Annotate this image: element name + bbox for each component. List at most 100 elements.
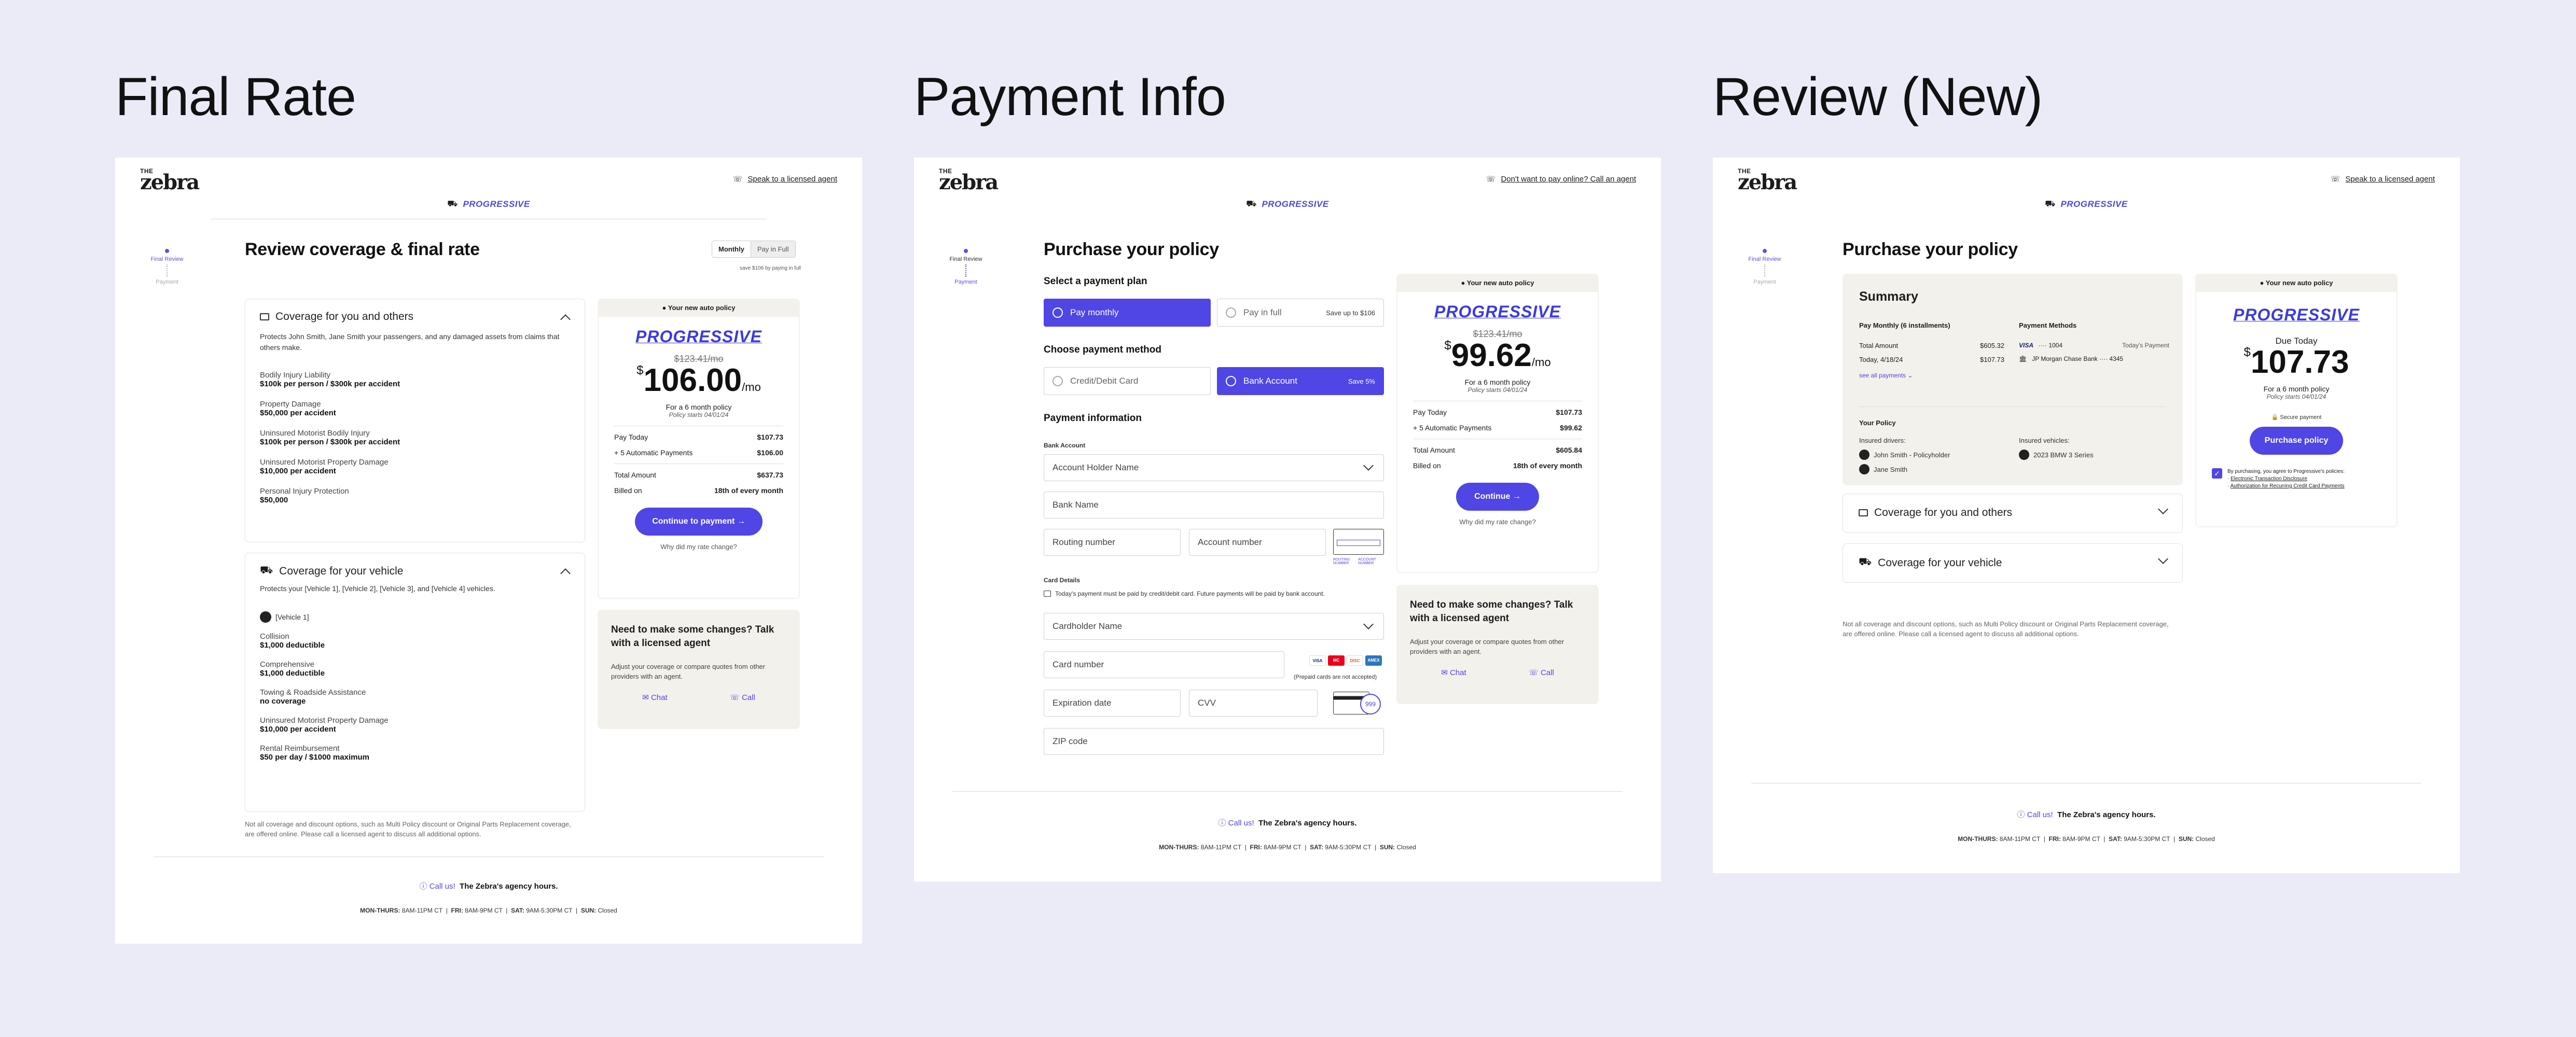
step-final-review[interactable]: Final Review: [146, 256, 188, 262]
agent-link[interactable]: ☏ Speak to a licensed agent: [2331, 174, 2435, 184]
zebra-logo[interactable]: THE zebra: [1738, 168, 1797, 193]
section-title-payment-info: Payment Info: [914, 67, 1226, 127]
footer: ⓘ Call us! The Zebra's agency hours. MON…: [115, 880, 862, 914]
zebra-logo[interactable]: THE zebra: [140, 168, 200, 193]
hours-label: FRI:: [451, 907, 463, 914]
row-label: Today, 4/18/24: [1859, 356, 1903, 363]
logo-zebra: zebra: [939, 170, 999, 194]
step-dot: [1763, 249, 1767, 253]
chat-icon: ✉: [1441, 668, 1448, 677]
why-rate-change-link[interactable]: Why did my rate change?: [614, 543, 783, 551]
agree-checkbox[interactable]: ✓: [2212, 468, 2222, 479]
expiration-input[interactable]: Expiration date: [1044, 690, 1181, 717]
toggle-monthly[interactable]: Monthly: [712, 241, 751, 257]
step-payment[interactable]: Payment: [146, 279, 188, 285]
price: $107.73: [2212, 346, 2381, 379]
coverage-vehicle-header[interactable]: ⛟ Coverage for your vehicle: [260, 565, 403, 578]
arrow-right-icon: →: [1512, 492, 1521, 501]
agent-link[interactable]: ☏ Don't want to pay online? Call an agent: [1486, 174, 1636, 184]
item-value: $50,000: [260, 496, 288, 505]
zebra-logo[interactable]: THE zebra: [939, 168, 999, 194]
radio-icon: [1052, 307, 1063, 318]
routing-number-input[interactable]: Routing number: [1044, 529, 1181, 556]
accordion-header: ⛟ Coverage for your vehicle: [1859, 556, 2002, 569]
account-holder-select[interactable]: Account Holder Name: [1044, 454, 1384, 481]
summary-card: Summary Pay Monthly (6 installments) Tot…: [1843, 274, 2183, 485]
account-number-input[interactable]: Account number: [1189, 529, 1326, 556]
call-us-line[interactable]: ⓘ Call us! The Zebra's agency hours.: [914, 817, 1661, 828]
price-currency: $: [636, 363, 644, 377]
user-icon: [1859, 450, 1869, 460]
price-card-header: ● Your new auto policy: [1396, 274, 1599, 292]
mastercard-icon: MC: [1328, 655, 1345, 666]
hours-label: SAT:: [511, 907, 524, 914]
shield-icon: ●: [2260, 279, 2264, 287]
coverage-others-header[interactable]: Coverage for you and others: [260, 311, 413, 323]
call-us-line[interactable]: ⓘ Call us! The Zebra's agency hours.: [1713, 809, 2460, 820]
see-all-payments-link[interactable]: see all payments ⌄: [1859, 372, 2004, 379]
chevron-up-icon[interactable]: [560, 568, 571, 579]
agent-link[interactable]: ☏ Speak to a licensed agent: [733, 174, 837, 184]
toggle-pay-in-full[interactable]: Pay in Full: [751, 241, 795, 257]
chevron-down-icon: [2158, 554, 2168, 564]
step-payment[interactable]: Payment: [1744, 279, 1785, 285]
method-bank-option[interactable]: Bank Account Save 5%: [1217, 367, 1384, 395]
agree-link-2[interactable]: Authorization for Recurring Credit Card …: [2231, 483, 2345, 489]
coverage-others-accordion[interactable]: Coverage for you and others: [1843, 494, 2183, 533]
purchase-policy-button[interactable]: Purchase policy: [2250, 427, 2343, 455]
info-icon: ⓘ: [1218, 819, 1226, 828]
agency-hours: The Zebra's agency hours.: [2057, 810, 2156, 819]
card-section-label: Card Details: [1044, 577, 1081, 584]
continue-to-payment-button[interactable]: Continue to payment →: [635, 508, 763, 536]
coverage-vehicle-accordion[interactable]: ⛟ Coverage for your vehicle: [1843, 543, 2183, 583]
row-label: Total Amount: [1413, 446, 1455, 454]
zip-input[interactable]: ZIP code: [1044, 728, 1384, 755]
coverage-vehicle-title: Coverage for your vehicle: [279, 565, 404, 577]
why-rate-change-link[interactable]: Why did my rate change?: [1413, 518, 1582, 526]
step-payment[interactable]: Payment: [945, 279, 987, 285]
agree-link-1[interactable]: Electronic Transaction Disclosure: [2231, 476, 2307, 482]
call-us-line[interactable]: ⓘ Call us! The Zebra's agency hours.: [115, 880, 862, 891]
chat-button[interactable]: ✉ Chat: [1441, 668, 1466, 677]
cvv-input[interactable]: CVV: [1189, 690, 1318, 717]
price-amount: 106.00: [643, 362, 742, 398]
your-new-policy: Your new auto policy: [1466, 279, 1534, 287]
card-number-input[interactable]: Card number: [1044, 651, 1284, 678]
method-card-option[interactable]: Credit/Debit Card: [1044, 367, 1211, 395]
item-value: $1,000 deductible: [260, 641, 325, 650]
coverage-others-desc: Protects John Smith, Jane Smith your pas…: [260, 332, 560, 352]
item-label: Towing & Roadside Assistance: [260, 688, 366, 697]
accordion-header: Coverage for you and others: [1859, 507, 2012, 519]
pay-monthly-heading: Pay Monthly (6 installments): [1859, 321, 1950, 329]
cardholder-select[interactable]: Cardholder Name: [1044, 613, 1384, 640]
agent-help-title: Need to make some changes? Talk with a l…: [611, 624, 774, 649]
cvv-badge: 999: [1360, 694, 1381, 714]
step-final-review[interactable]: Final Review: [945, 256, 987, 262]
chat-label: Chat: [1449, 668, 1466, 677]
hours-value: Closed: [2195, 835, 2215, 843]
step-final-review[interactable]: Final Review: [1744, 256, 1785, 262]
continue-button[interactable]: Continue →: [1456, 483, 1539, 511]
call-label: Call: [1540, 668, 1554, 677]
progressive-logo-small: PROGRESSIVE: [1262, 199, 1329, 209]
call-button[interactable]: ☏ Call: [730, 693, 755, 702]
price-per: /mo: [1531, 356, 1551, 369]
plan-monthly-option[interactable]: Pay monthly: [1044, 299, 1211, 327]
call-button[interactable]: ☏ Call: [1529, 668, 1554, 677]
starts: Policy starts 04/01/24: [669, 411, 729, 418]
cardholder-text: Cardholder Name: [1052, 621, 1123, 631]
price-currency: $: [1444, 339, 1451, 353]
item-value: $100k per person / $300k per accident: [260, 380, 400, 388]
bank-name-input[interactable]: Bank Name: [1044, 492, 1384, 518]
row-value: $637.73: [757, 471, 783, 479]
zip-placeholder: ZIP code: [1052, 736, 1088, 746]
chat-button[interactable]: ✉ Chat: [642, 693, 667, 702]
item-label: Personal Injury Protection: [260, 487, 349, 496]
disclaimer: Not all coverage and discount options, s…: [245, 820, 571, 838]
price-card-header: ● Your new auto policy: [598, 299, 800, 317]
card-note-text: Today's payment must be paid by credit/d…: [1055, 590, 1325, 597]
check-routing-label: ROUTING NUMBER: [1333, 558, 1350, 565]
amex-icon: AMEX: [1365, 655, 1382, 666]
plan-full-option[interactable]: Pay in full Save up to $106: [1217, 299, 1384, 327]
chevron-up-icon[interactable]: [560, 314, 571, 325]
